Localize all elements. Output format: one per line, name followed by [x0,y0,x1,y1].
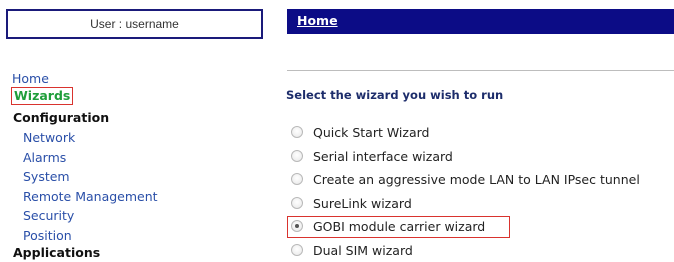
radio-button[interactable] [291,244,303,256]
divider [287,70,674,71]
sidebar: Home Wizards Configuration Network Alarm… [0,0,270,262]
radio-button[interactable] [291,126,303,138]
sidebar-item-position[interactable]: Position [23,228,72,244]
wizard-option-gobi-carrier[interactable]: GOBI module carrier wizard [291,217,485,235]
sidebar-item-home[interactable]: Home [12,71,49,87]
sidebar-item-remote-management[interactable]: Remote Management [23,189,158,205]
wizard-option-label: GOBI module carrier wizard [313,218,486,234]
wizard-option-label: Quick Start Wizard [313,124,430,140]
wizard-prompt: Select the wizard you wish to run [286,88,504,102]
sidebar-item-network[interactable]: Network [23,130,75,146]
sidebar-heading-configuration: Configuration [13,110,110,125]
wizard-option-ipsec-tunnel[interactable]: Create an aggressive mode LAN to LAN IPs… [291,170,640,188]
wizard-option-surelink[interactable]: SureLink wizard [291,194,412,212]
sidebar-item-wizards[interactable]: Wizards [11,87,74,105]
wizard-option-label: SureLink wizard [313,195,412,211]
wizard-option-serial-interface[interactable]: Serial interface wizard [291,147,453,165]
wizard-option-label: Create an aggressive mode LAN to LAN IPs… [313,171,640,187]
wizard-option-label: Dual SIM wizard [313,242,413,258]
radio-button[interactable] [291,173,303,185]
sidebar-heading-applications: Applications [13,245,101,260]
sidebar-item-alarms[interactable]: Alarms [23,150,66,166]
page-header-bar: Home [287,9,674,34]
breadcrumb-home-link[interactable]: Home [297,13,338,28]
wizard-option-dual-sim[interactable]: Dual SIM wizard [291,241,413,259]
wizard-option-label: Serial interface wizard [313,148,453,164]
sidebar-item-system[interactable]: System [23,169,70,185]
radio-button[interactable] [291,197,303,209]
radio-button[interactable] [291,150,303,162]
radio-button-selected[interactable] [291,220,303,232]
sidebar-item-security[interactable]: Security [23,208,74,224]
wizard-option-quick-start[interactable]: Quick Start Wizard [291,123,429,141]
